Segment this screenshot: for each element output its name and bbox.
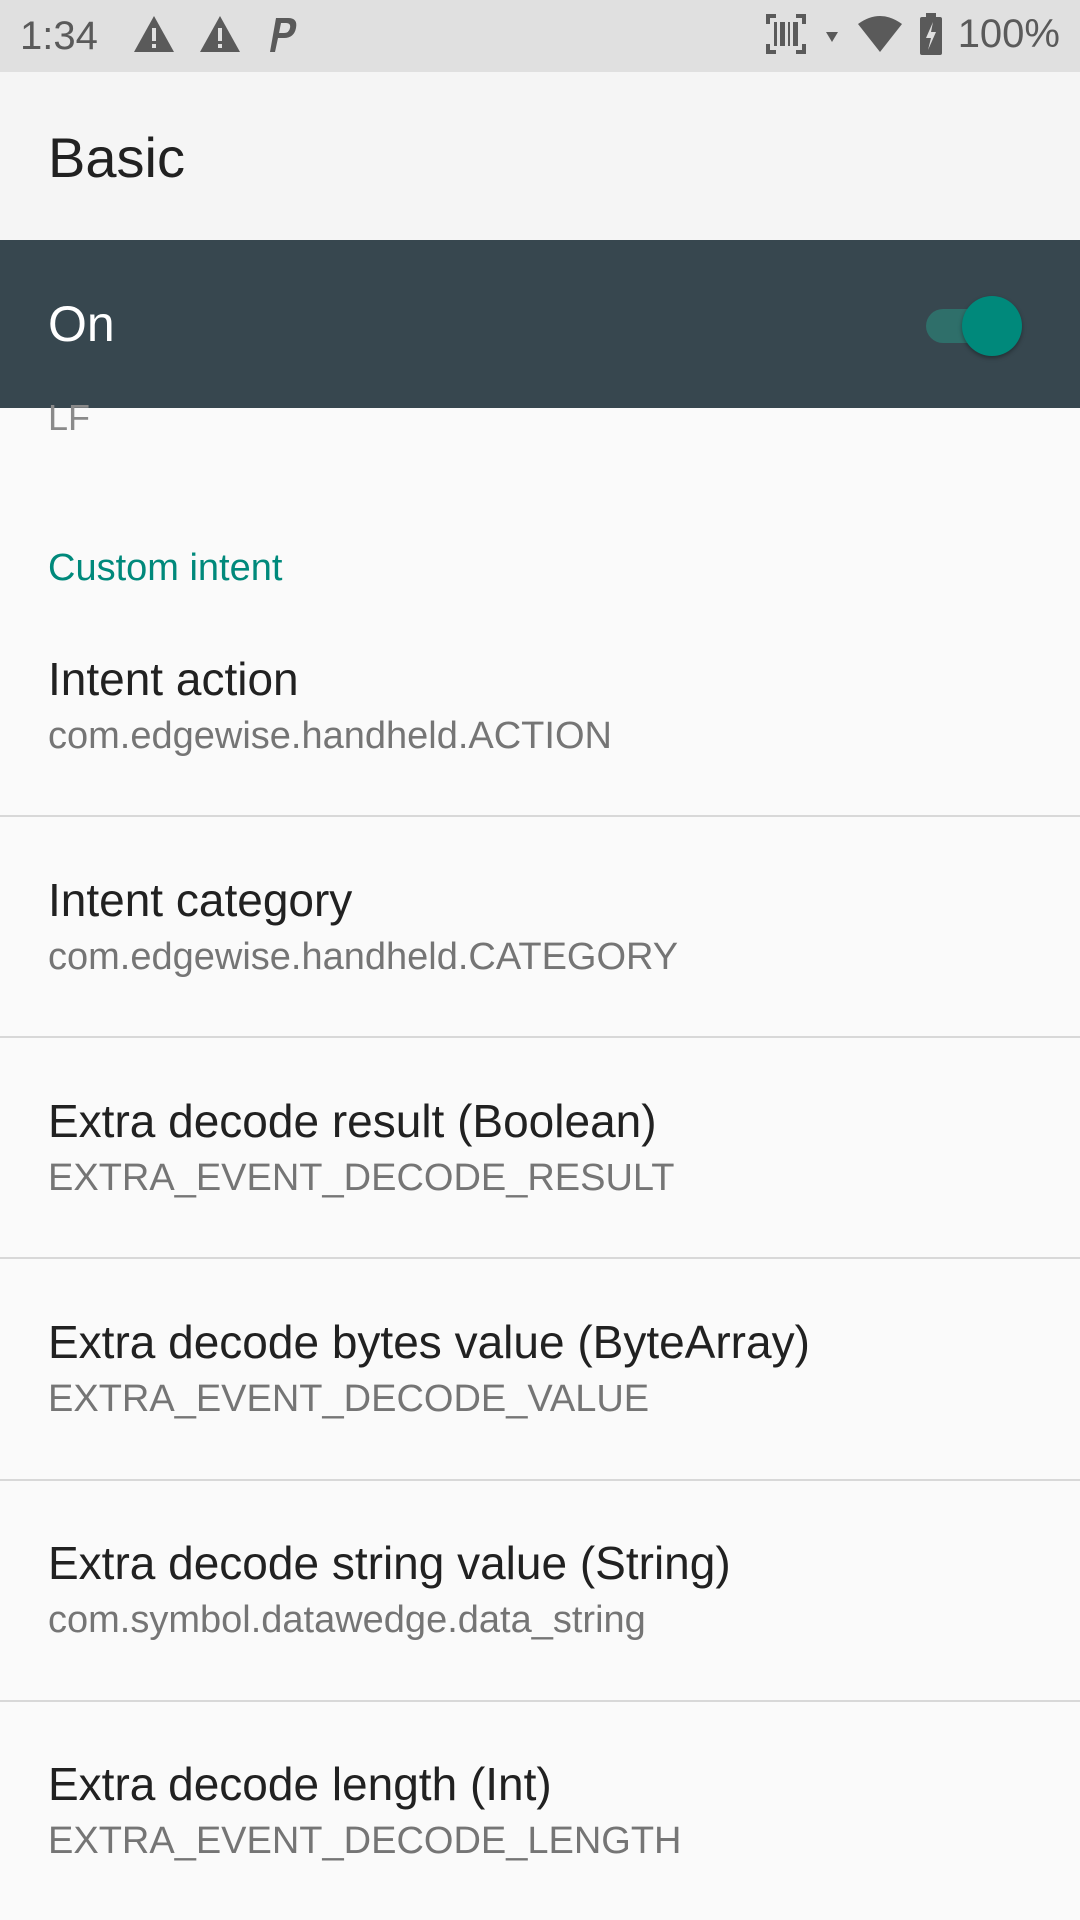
battery-charging-icon <box>919 13 942 55</box>
warning-icon <box>134 16 174 52</box>
pref-summary: EXTRA_EVENT_DECODE_RESULT <box>48 1157 675 1199</box>
warning-icon <box>200 16 240 52</box>
pref-title: Intent category <box>48 874 353 926</box>
status-time: 1:34 <box>20 14 98 58</box>
pref-summary: EXTRA_EVENT_DECODE_VALUE <box>48 1378 650 1420</box>
master-switch-bar[interactable]: On <box>0 240 1080 408</box>
divider <box>0 815 1080 817</box>
parking-icon <box>270 18 297 52</box>
notification-icons <box>132 14 300 54</box>
wifi-icon <box>857 16 902 52</box>
pref-extra-decode-length[interactable]: Extra decode length (Int) EXTRA_EVENT_DE… <box>0 1757 1080 1920</box>
pref-extra-decode-string-value[interactable]: Extra decode string value (String) com.s… <box>0 1536 1080 1757</box>
clipped-item-summary: LF <box>48 397 91 438</box>
divider <box>0 1479 1080 1481</box>
pref-intent-category[interactable]: Intent category com.edgewise.handheld.CA… <box>0 873 1080 1094</box>
toggle-thumb <box>962 296 1022 356</box>
pref-summary: com.symbol.datawedge.data_string <box>48 1599 646 1641</box>
data-arrow-icon <box>825 32 838 42</box>
settings-screen: 1:34 100% Basic On LF Custom intent Inte… <box>0 0 1080 1920</box>
master-switch-label: On <box>48 296 115 352</box>
pref-title: Extra decode string value (String) <box>48 1537 731 1589</box>
divider <box>0 1257 1080 1259</box>
pref-summary: EXTRA_EVENT_DECODE_LENGTH <box>48 1820 682 1862</box>
divider <box>0 1700 1080 1702</box>
page-title: Basic <box>48 126 185 189</box>
pref-title: Intent action <box>48 653 299 705</box>
pref-summary: com.edgewise.handheld.ACTION <box>48 715 612 757</box>
app-bar: Basic <box>0 72 1080 240</box>
battery-percent: 100% <box>957 12 1060 56</box>
divider <box>0 1036 1080 1038</box>
status-bar: 1:34 100% <box>0 0 1080 72</box>
pref-summary: com.edgewise.handheld.CATEGORY <box>48 936 679 978</box>
pref-extra-decode-result[interactable]: Extra decode result (Boolean) EXTRA_EVEN… <box>0 1094 1080 1315</box>
pref-intent-action[interactable]: Intent action com.edgewise.handheld.ACTI… <box>0 652 1080 873</box>
system-icons: 100% <box>764 12 1060 56</box>
pref-title: Extra decode result (Boolean) <box>48 1095 657 1147</box>
pref-title: Extra decode length (Int) <box>48 1758 552 1810</box>
master-switch-toggle[interactable] <box>926 296 1022 356</box>
barcode-scanner-icon <box>765 14 806 54</box>
pref-title: Extra decode bytes value (ByteArray) <box>48 1316 810 1368</box>
pref-extra-decode-bytes-value[interactable]: Extra decode bytes value (ByteArray) EXT… <box>0 1315 1080 1536</box>
section-header-custom-intent: Custom intent <box>48 547 283 589</box>
